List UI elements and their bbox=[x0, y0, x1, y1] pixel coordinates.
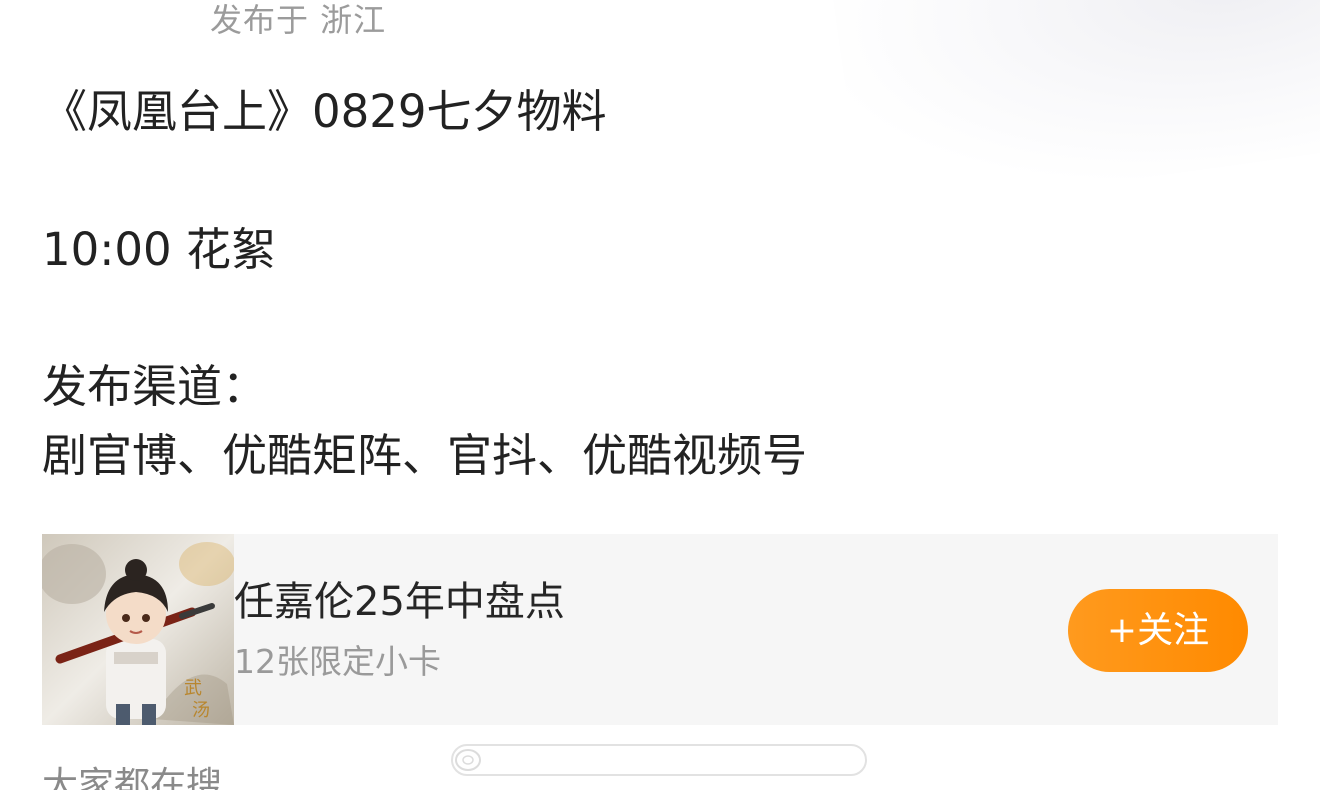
post-title-line: 《凤凰台上》0829七夕物料 bbox=[42, 85, 607, 138]
home-indicator-bar[interactable] bbox=[450, 742, 870, 778]
svg-text:汤: 汤 bbox=[192, 700, 210, 721]
svg-text:武: 武 bbox=[184, 678, 202, 699]
post-schedule-line: 10:00 花絮 bbox=[42, 223, 276, 276]
background-sheen bbox=[821, 0, 1320, 218]
follow-button[interactable]: +关注 bbox=[1068, 589, 1248, 672]
promo-subtitle: 12张限定小卡 bbox=[234, 642, 441, 681]
trending-search-label[interactable]: 大家都在搜 bbox=[42, 763, 222, 790]
weibo-post-page: 发布于 浙江 《凤凰台上》0829七夕物料 10:00 花絮 发布渠道： 剧官博… bbox=[0, 0, 1320, 790]
post-location: 发布于 浙江 bbox=[210, 1, 387, 39]
post-channel-heading: 发布渠道： bbox=[42, 360, 268, 413]
promo-thumbnail[interactable]: 武 汤 bbox=[42, 534, 234, 725]
post-channel-list: 剧官博、优酷矩阵、官抖、优酷视频号 bbox=[42, 429, 808, 482]
promo-title[interactable]: 任嘉伦25年中盘点 bbox=[234, 576, 565, 628]
chibi-character-image: 武 汤 bbox=[42, 534, 234, 725]
